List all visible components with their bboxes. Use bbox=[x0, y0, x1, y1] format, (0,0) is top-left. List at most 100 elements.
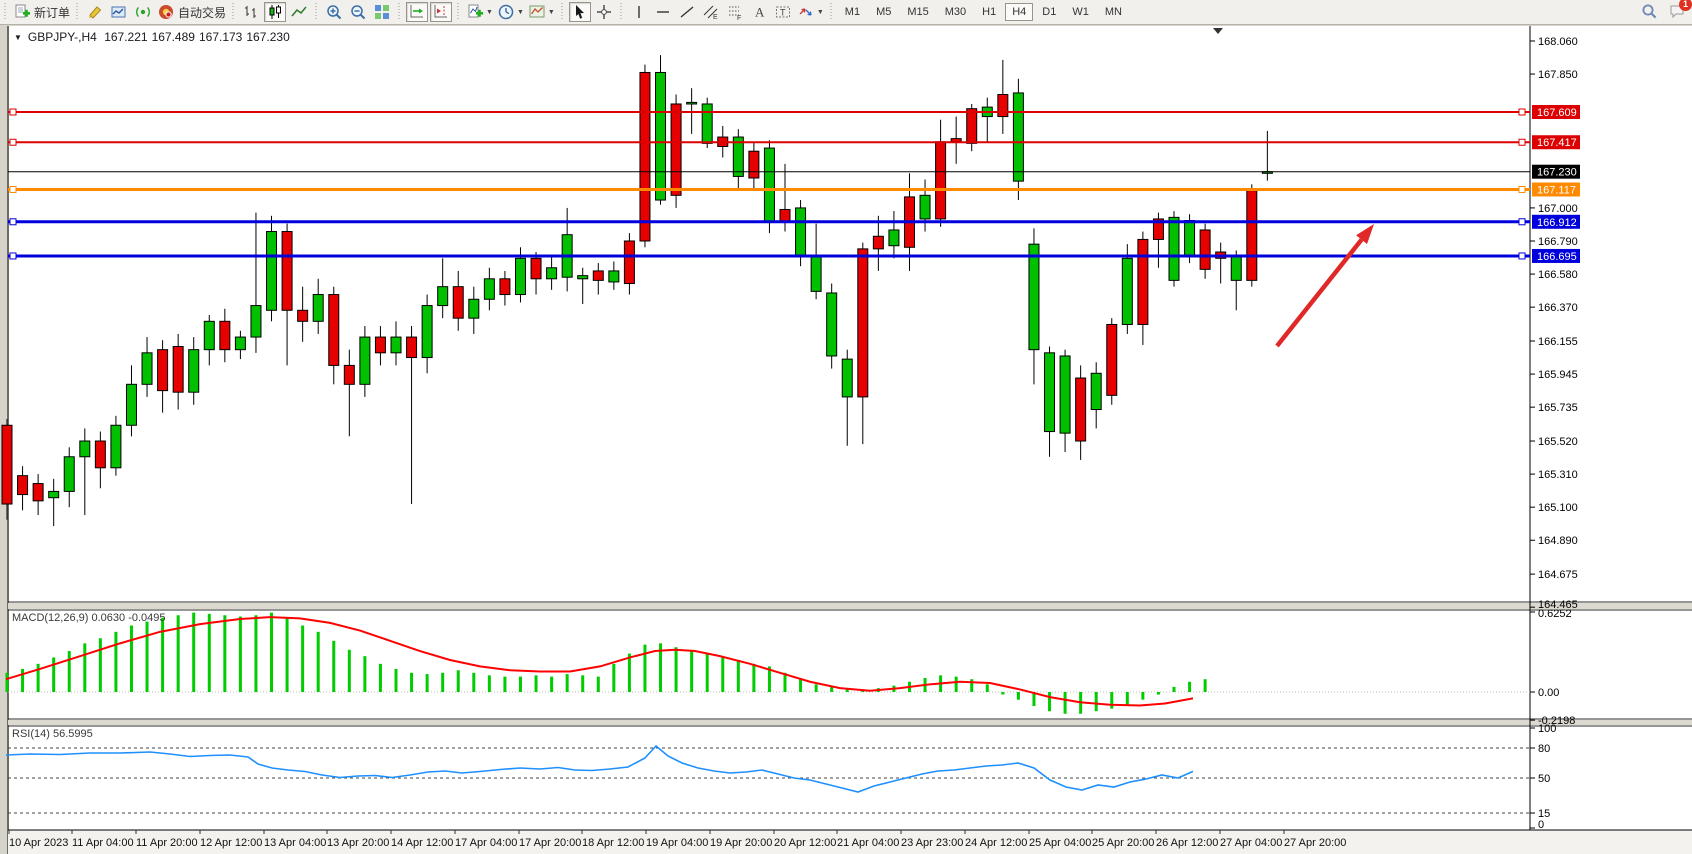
timeframe-mn-button[interactable]: MN bbox=[1098, 3, 1129, 21]
pane-splitter[interactable] bbox=[8, 603, 1692, 609]
autoscroll-icon bbox=[408, 3, 426, 21]
chart-canvas[interactable]: 10 Apr 202311 Apr 04:0011 Apr 20:0012 Ap… bbox=[0, 24, 1692, 854]
hline-button[interactable] bbox=[652, 2, 674, 22]
pane-splitter[interactable] bbox=[8, 720, 1692, 725]
line-handle[interactable] bbox=[10, 139, 16, 145]
zoom-out-button[interactable] bbox=[347, 2, 369, 22]
chevron-down-icon: ▼ bbox=[548, 9, 555, 16]
candle bbox=[624, 241, 634, 284]
search-icon[interactable] bbox=[1640, 2, 1658, 25]
line-handle[interactable] bbox=[1519, 253, 1525, 259]
candle bbox=[49, 491, 59, 497]
candle-chart-button[interactable] bbox=[264, 2, 286, 22]
toolbar-separator bbox=[2, 3, 9, 21]
candle bbox=[453, 287, 463, 319]
line-handle[interactable] bbox=[1519, 139, 1525, 145]
bid-price-value: 167.230 bbox=[1537, 167, 1577, 179]
chart-shift-button[interactable] bbox=[430, 2, 452, 22]
candle bbox=[609, 271, 619, 282]
autoscroll-button[interactable] bbox=[406, 2, 428, 22]
candle bbox=[80, 441, 90, 457]
candle bbox=[749, 151, 759, 178]
label-button[interactable]: T bbox=[772, 2, 794, 22]
candle bbox=[1122, 258, 1132, 324]
line-handle[interactable] bbox=[1519, 186, 1525, 192]
bar-chart-button[interactable] bbox=[240, 2, 262, 22]
time-label: 21 Apr 04:00 bbox=[837, 837, 899, 849]
fibonacci-button[interactable]: F bbox=[724, 2, 746, 22]
candle bbox=[251, 306, 261, 338]
timeframe-m5-button[interactable]: M5 bbox=[869, 3, 898, 21]
period-button[interactable]: ▼ bbox=[496, 2, 525, 22]
cursor-button[interactable] bbox=[569, 2, 591, 22]
zoom-in-button[interactable] bbox=[323, 2, 345, 22]
line-handle[interactable] bbox=[1519, 109, 1525, 115]
price-tick-label: 164.890 bbox=[1538, 535, 1578, 547]
autotrade-icon bbox=[157, 3, 175, 21]
chevron-down-icon: ▼ bbox=[817, 9, 824, 16]
rsi-axis-label: 0 bbox=[1538, 819, 1544, 831]
tile-windows-button[interactable] bbox=[371, 2, 393, 22]
tile-windows-icon bbox=[373, 3, 391, 21]
timeframe-m1-button[interactable]: M1 bbox=[838, 3, 867, 21]
autotrade-button[interactable]: 自动交易 bbox=[156, 2, 227, 22]
bar-chart-icon bbox=[242, 3, 260, 21]
timeframe-w1-button[interactable]: W1 bbox=[1065, 3, 1096, 21]
chevron-down-icon: ▼ bbox=[486, 9, 493, 16]
label-icon: T bbox=[774, 3, 792, 21]
price-tick-label: 166.370 bbox=[1538, 302, 1578, 314]
chat-button[interactable]: 1 bbox=[1668, 2, 1686, 25]
svg-text:T: T bbox=[780, 8, 786, 18]
price-line-value: 167.417 bbox=[1537, 137, 1577, 149]
channel-button[interactable]: E bbox=[700, 2, 722, 22]
candle bbox=[1247, 191, 1257, 281]
line-handle[interactable] bbox=[10, 253, 16, 259]
trendline-button[interactable] bbox=[676, 2, 698, 22]
price-tick-label: 166.580 bbox=[1538, 269, 1578, 281]
price-tick-label: 164.675 bbox=[1538, 569, 1578, 581]
vline-button[interactable] bbox=[628, 2, 650, 22]
time-axis[interactable]: 10 Apr 202311 Apr 04:0011 Apr 20:0012 Ap… bbox=[8, 830, 1692, 854]
new-order-button[interactable]: 新订单 bbox=[12, 2, 71, 22]
timeframe-h1-button[interactable]: H1 bbox=[975, 3, 1003, 21]
signal-icon bbox=[134, 3, 152, 21]
chart-shift-icon bbox=[432, 3, 450, 21]
brush-button[interactable] bbox=[84, 2, 106, 22]
text-button[interactable]: A bbox=[748, 2, 770, 22]
chart-window-button[interactable] bbox=[108, 2, 130, 22]
signal-button[interactable] bbox=[132, 2, 154, 22]
arrows-button[interactable]: ▼ bbox=[796, 2, 825, 22]
candle bbox=[827, 293, 837, 356]
line-chart-button[interactable] bbox=[288, 2, 310, 22]
candle bbox=[2, 425, 12, 504]
chart-background bbox=[8, 26, 1692, 854]
price-tick-label: 165.735 bbox=[1538, 402, 1578, 414]
chevron-down-icon: ▼ bbox=[517, 9, 524, 16]
candle bbox=[422, 306, 432, 358]
crosshair-button[interactable] bbox=[593, 2, 615, 22]
line-handle[interactable] bbox=[10, 109, 16, 115]
line-handle[interactable] bbox=[10, 186, 16, 192]
candle bbox=[189, 350, 199, 393]
notification-badge: 1 bbox=[1679, 0, 1692, 11]
timeframe-d1-button[interactable]: D1 bbox=[1035, 3, 1063, 21]
line-handle[interactable] bbox=[1519, 219, 1525, 225]
timeframe-m30-button[interactable]: M30 bbox=[938, 3, 973, 21]
rsi-axis-label: 50 bbox=[1538, 773, 1550, 785]
indicators-button[interactable]: ▼ bbox=[465, 2, 494, 22]
template-button[interactable]: ▼ bbox=[527, 2, 556, 22]
price-line-value: 167.609 bbox=[1537, 107, 1577, 119]
line-handle[interactable] bbox=[10, 219, 16, 225]
timeframe-m15-button[interactable]: M15 bbox=[900, 3, 935, 21]
time-label: 11 Apr 04:00 bbox=[72, 837, 134, 849]
rsi-axis-label: 80 bbox=[1538, 743, 1550, 755]
candle bbox=[204, 321, 214, 349]
price-tick-label: 167.850 bbox=[1538, 69, 1578, 81]
timeframe-h4-button[interactable]: H4 bbox=[1005, 3, 1033, 21]
candle bbox=[484, 279, 494, 299]
candle bbox=[282, 232, 292, 311]
candle bbox=[967, 109, 977, 144]
time-label: 12 Apr 12:00 bbox=[200, 837, 262, 849]
time-label: 25 Apr 04:00 bbox=[1029, 837, 1091, 849]
candle bbox=[391, 337, 401, 353]
